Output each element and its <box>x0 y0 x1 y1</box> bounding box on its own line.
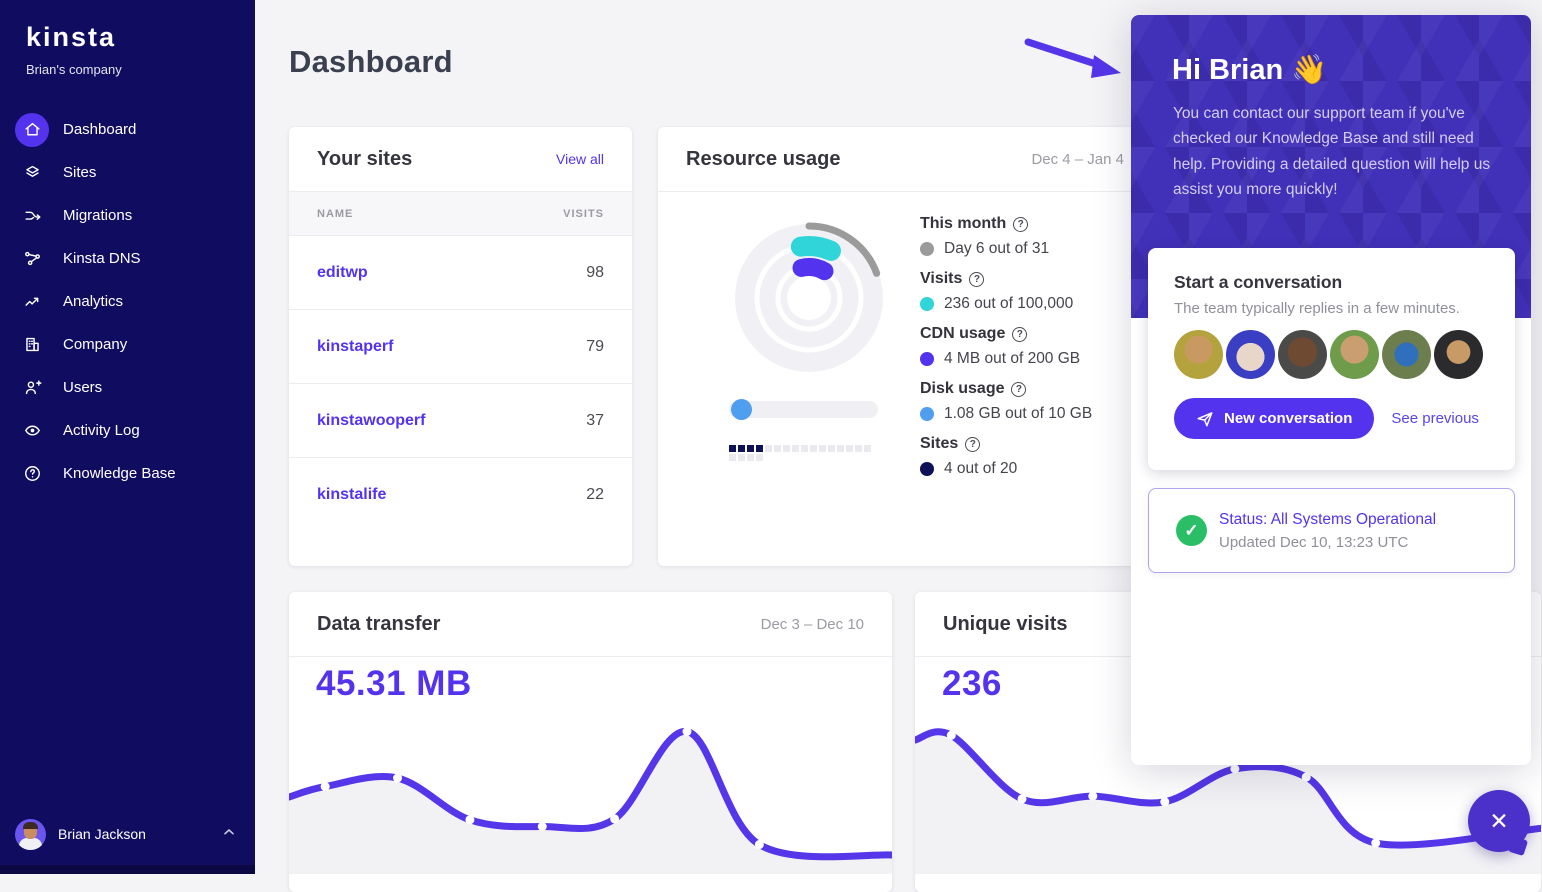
company-name: Brian's company <box>26 62 122 77</box>
support-avatar <box>1434 330 1483 379</box>
table-row[interactable]: kinstalife 22 <box>289 458 632 532</box>
chevron-up-icon[interactable] <box>221 824 237 845</box>
sidebar-item-dashboard[interactable]: Dashboard <box>0 108 255 151</box>
site-link[interactable]: editwp <box>317 264 368 282</box>
legend-dot <box>920 242 934 256</box>
sidebar-item-sites[interactable]: Sites <box>0 151 255 194</box>
chat-widget: Hi Brian 👋 You can contact our support t… <box>1131 15 1531 765</box>
layers-icon <box>15 156 49 190</box>
resource-usage-card: Resource usage Dec 4 – Jan 4 This month?… <box>658 127 1152 566</box>
dns-network-icon <box>15 242 49 276</box>
legend-dot <box>920 462 934 476</box>
sidebar-item-migrations[interactable]: Migrations <box>0 194 255 237</box>
sidebar-item-knowledge-base[interactable]: Knowledge Base <box>0 452 255 495</box>
merge-icon <box>15 199 49 233</box>
help-icon[interactable]: ? <box>965 436 981 452</box>
data-transfer-chart <box>289 727 892 874</box>
support-team-avatars <box>1174 330 1489 379</box>
help-icon[interactable]: ? <box>969 271 985 287</box>
data-transfer-card: Data transfer Dec 3 – Dec 10 45.31 MB <box>289 592 892 892</box>
sidebar-item-analytics[interactable]: Analytics <box>0 280 255 323</box>
send-icon <box>1197 411 1213 426</box>
data-transfer-title: Data transfer <box>317 612 441 635</box>
sidebar-item-company[interactable]: Company <box>0 323 255 366</box>
view-all-link[interactable]: View all <box>556 151 604 167</box>
support-avatar <box>1382 330 1431 379</box>
start-conversation-card: Start a conversation The team typically … <box>1148 248 1515 470</box>
help-icon[interactable]: ? <box>1011 381 1027 397</box>
resource-usage-title: Resource usage <box>686 147 841 170</box>
legend-dot <box>920 297 934 311</box>
trending-up-icon <box>15 285 49 319</box>
annotation-arrow <box>1024 38 1121 78</box>
col-visits: VISITS <box>563 207 604 220</box>
unique-visits-title: Unique visits <box>943 612 1068 635</box>
close-icon: ✕ <box>1489 807 1509 834</box>
eye-icon <box>15 414 49 448</box>
system-status-card[interactable]: ✓ Status: All Systems Operational Update… <box>1148 488 1515 573</box>
building-icon <box>15 328 49 362</box>
check-circle-icon: ✓ <box>1176 515 1207 546</box>
support-avatar <box>1330 330 1379 379</box>
kinsta-logo: Kinsta <box>26 22 117 52</box>
support-avatar <box>1226 330 1275 379</box>
site-link[interactable]: kinstaperf <box>317 338 393 356</box>
disk-usage-knob <box>731 399 752 420</box>
legend-dot <box>920 407 934 421</box>
user-plus-icon <box>15 371 49 405</box>
resource-usage-legend: This month? Day 6 out of 31 Visits? 236 … <box>920 215 1093 477</box>
sidebar-item-kinsta-dns[interactable]: Kinsta DNS <box>0 237 255 280</box>
conversation-subtitle: The team typically replies in a few minu… <box>1174 300 1460 317</box>
support-avatar <box>1278 330 1327 379</box>
sites-usage-squares <box>729 445 881 463</box>
table-row[interactable]: kinstawooperf 37 <box>289 384 632 458</box>
your-sites-card: Your sites View all NAME VISITS editwp 9… <box>289 127 632 566</box>
disk-usage-bar <box>729 399 878 420</box>
chat-close-launcher[interactable]: ✕ <box>1468 790 1530 852</box>
legend-dot <box>920 352 934 366</box>
chat-message: You can contact our support team if you'… <box>1173 105 1491 199</box>
chat-greeting: Hi Brian 👋 <box>1172 54 1328 86</box>
support-avatar <box>1174 330 1223 379</box>
avatar <box>15 818 46 850</box>
help-icon[interactable]: ? <box>1012 326 1028 342</box>
page-title: Dashboard <box>289 44 453 79</box>
new-conversation-button[interactable]: New conversation <box>1174 398 1375 439</box>
question-circle-icon <box>15 457 49 491</box>
help-icon[interactable]: ? <box>1013 216 1029 232</box>
sidebar-item-users[interactable]: Users <box>0 366 255 409</box>
col-name: NAME <box>317 207 354 220</box>
sidebar: Kinsta Brian's company Dashboard Sites M… <box>0 0 255 874</box>
sidebar-footer <box>0 865 255 874</box>
data-transfer-period: Dec 3 – Dec 10 <box>760 615 864 633</box>
site-link[interactable]: kinstalife <box>317 486 386 504</box>
sidebar-nav: Dashboard Sites Migrations Kinsta DNS An… <box>0 108 255 495</box>
home-icon <box>15 112 49 147</box>
status-link[interactable]: Status: All Systems Operational <box>1219 511 1436 529</box>
status-updated: Updated Dec 10, 13:23 UTC <box>1219 533 1409 551</box>
site-link[interactable]: kinstawooperf <box>317 412 425 430</box>
user-name: Brian Jackson <box>58 826 146 842</box>
user-menu[interactable]: Brian Jackson <box>0 811 255 857</box>
resource-donut-chart <box>735 222 883 372</box>
sites-table-header: NAME VISITS <box>289 191 632 236</box>
your-sites-title: Your sites <box>317 147 413 170</box>
table-row[interactable]: kinstaperf 79 <box>289 310 632 384</box>
sidebar-item-activity-log[interactable]: Activity Log <box>0 409 255 452</box>
conversation-title: Start a conversation <box>1174 272 1343 292</box>
see-previous-link[interactable]: See previous <box>1391 410 1479 427</box>
resource-usage-period: Dec 4 – Jan 4 <box>1031 150 1124 168</box>
table-row[interactable]: editwp 98 <box>289 236 632 310</box>
